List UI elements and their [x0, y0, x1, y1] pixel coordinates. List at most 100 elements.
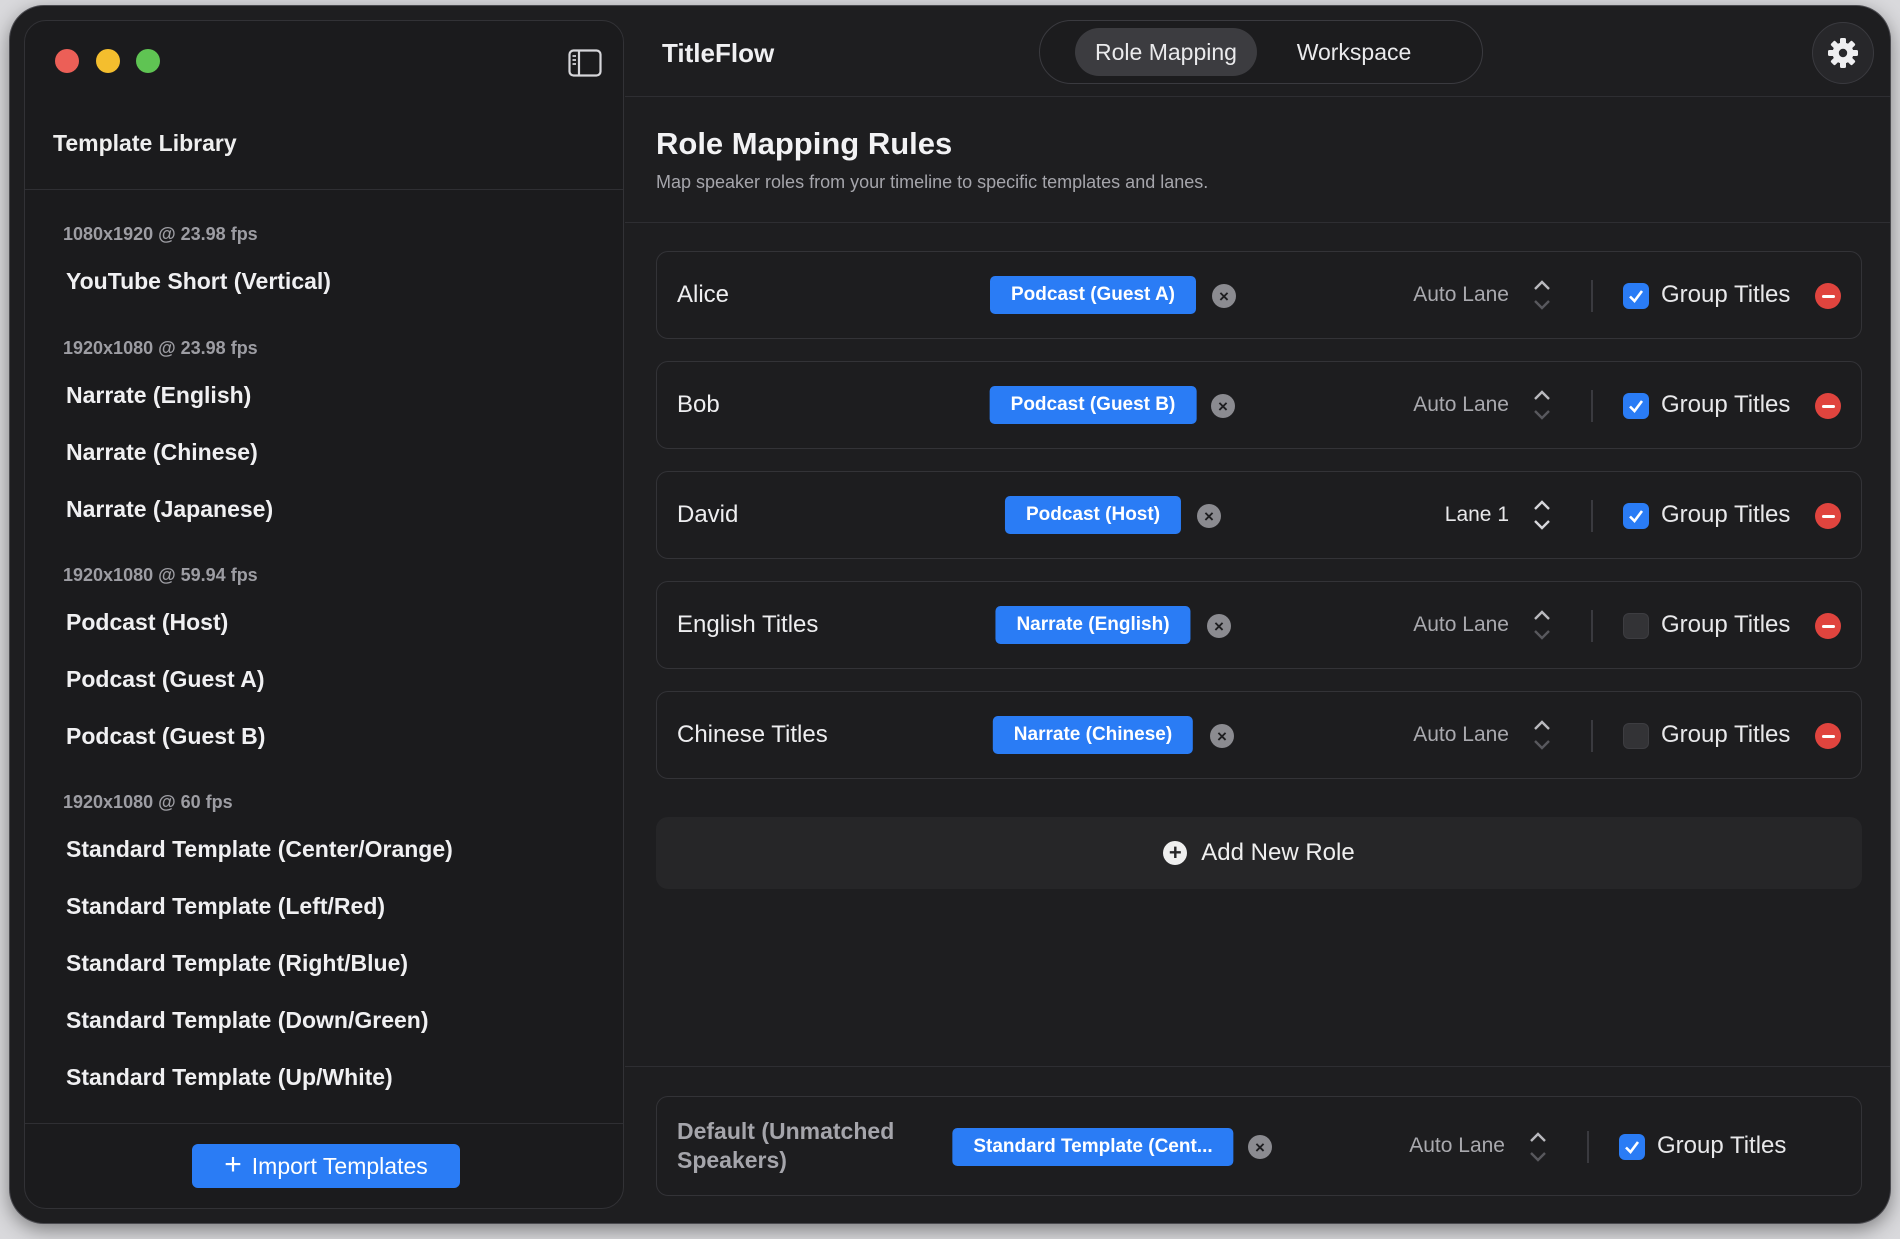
- header-divider: [625, 96, 1890, 97]
- close-window-button[interactable]: [55, 49, 79, 73]
- clear-icon: ×: [1218, 396, 1228, 416]
- role-rule-row: English Titles Narrate (English) × Auto …: [656, 581, 1862, 669]
- template-item-standard-right[interactable]: Standard Template (Right/Blue): [66, 950, 408, 977]
- template-pill[interactable]: Podcast (Guest B): [989, 386, 1197, 424]
- lane-label: Auto Lane: [1413, 613, 1509, 636]
- group-titles-checkbox[interactable]: [1623, 613, 1649, 639]
- group-titles-label: Group Titles: [1661, 501, 1791, 528]
- template-item-narrate-japanese[interactable]: Narrate (Japanese): [66, 496, 273, 523]
- template-pill[interactable]: Podcast (Host): [1004, 496, 1182, 534]
- role-rule-row: Chinese Titles Narrate (Chinese) × Auto …: [656, 691, 1862, 779]
- group-titles-checkbox[interactable]: [1623, 283, 1649, 309]
- template-pill[interactable]: Podcast (Guest A): [990, 276, 1196, 314]
- clear-template-button[interactable]: ×: [1211, 394, 1235, 418]
- lane-stepper[interactable]: [1529, 492, 1555, 538]
- group-titles-checkbox[interactable]: [1623, 393, 1649, 419]
- group-titles-label: Group Titles: [1661, 721, 1791, 748]
- lane-stepper[interactable]: [1529, 712, 1555, 758]
- settings-button[interactable]: [1812, 22, 1874, 84]
- sidebar-divider: [25, 189, 623, 190]
- minimize-window-button[interactable]: [96, 49, 120, 73]
- role-name: Alice: [677, 281, 730, 308]
- remove-role-button[interactable]: [1815, 283, 1841, 309]
- template-item-youtube-short[interactable]: YouTube Short (Vertical): [66, 268, 331, 295]
- sidebar-footer-divider: [25, 1123, 623, 1124]
- template-pill[interactable]: Narrate (Chinese): [992, 716, 1194, 754]
- sidebar: Template Library 1080x1920 @ 23.98 fps Y…: [24, 20, 624, 1209]
- group-titles-checkbox[interactable]: [1623, 723, 1649, 749]
- lane-stepper[interactable]: [1529, 272, 1555, 318]
- template-item-standard-center[interactable]: Standard Template (Center/Orange): [66, 836, 453, 863]
- row-divider: [1591, 720, 1593, 752]
- remove-role-button[interactable]: [1815, 613, 1841, 639]
- clear-icon: ×: [1214, 616, 1224, 636]
- row-divider: [1587, 1131, 1589, 1163]
- lane-label: Lane 1: [1444, 503, 1509, 526]
- role-name: David: [677, 501, 739, 528]
- remove-role-button[interactable]: [1815, 503, 1841, 529]
- clear-icon: ×: [1219, 286, 1229, 306]
- template-item-podcast-guest-a[interactable]: Podcast (Guest A): [66, 666, 265, 693]
- default-role-name-line: Default (Unmatched: [677, 1118, 895, 1144]
- role-rule-row: Alice Podcast (Guest A) × Auto Lane Grou…: [656, 251, 1862, 339]
- group-titles-checkbox[interactable]: [1623, 503, 1649, 529]
- template-item-standard-left[interactable]: Standard Template (Left/Red): [66, 893, 385, 920]
- page-title: Role Mapping Rules: [656, 126, 953, 161]
- import-templates-button[interactable]: + Import Templates: [192, 1144, 460, 1188]
- clear-template-button[interactable]: ×: [1212, 284, 1236, 308]
- import-templates-label: Import Templates: [251, 1152, 428, 1179]
- lane-label: Auto Lane: [1409, 1134, 1505, 1157]
- clear-template-button[interactable]: ×: [1207, 614, 1231, 638]
- lane-stepper[interactable]: [1529, 382, 1555, 428]
- app-window: Template Library 1080x1920 @ 23.98 fps Y…: [10, 6, 1890, 1223]
- row-divider: [1591, 280, 1593, 312]
- lane-stepper[interactable]: [1525, 1124, 1551, 1170]
- group-header: 1920x1080 @ 60 fps: [63, 792, 233, 812]
- zoom-window-button[interactable]: [136, 49, 160, 73]
- clear-template-button[interactable]: ×: [1210, 724, 1234, 748]
- lane-stepper[interactable]: [1529, 602, 1555, 648]
- row-divider: [1591, 610, 1593, 642]
- plus-icon: +: [224, 1147, 242, 1181]
- group-header: 1920x1080 @ 23.98 fps: [63, 338, 258, 358]
- lane-label: Auto Lane: [1413, 283, 1509, 306]
- template-item-standard-up[interactable]: Standard Template (Up/White): [66, 1064, 393, 1091]
- group-titles-checkbox[interactable]: [1619, 1134, 1645, 1160]
- template-pill[interactable]: Standard Template (Cent...: [952, 1128, 1234, 1166]
- page-subtitle: Map speaker roles from your timeline to …: [656, 172, 1209, 192]
- template-item-podcast-host[interactable]: Podcast (Host): [66, 609, 228, 636]
- clear-icon: ×: [1204, 506, 1214, 526]
- checkmark-icon: [1629, 400, 1644, 413]
- tab-workspace[interactable]: Workspace: [1260, 28, 1448, 76]
- template-item-narrate-english[interactable]: Narrate (English): [66, 382, 251, 409]
- sidebar-toggle-icon[interactable]: [568, 49, 602, 77]
- clear-icon: ×: [1217, 726, 1227, 746]
- remove-role-button[interactable]: [1815, 393, 1841, 419]
- template-pill[interactable]: Narrate (English): [995, 606, 1191, 644]
- view-switcher: Role Mapping Workspace: [1039, 20, 1483, 84]
- remove-role-button[interactable]: [1815, 723, 1841, 749]
- template-item-podcast-guest-b[interactable]: Podcast (Guest B): [66, 723, 265, 750]
- lane-label: Auto Lane: [1413, 393, 1509, 416]
- group-titles-label: Group Titles: [1661, 391, 1791, 418]
- checkmark-icon: [1629, 510, 1644, 523]
- role-name: English Titles: [677, 611, 819, 638]
- default-role-name: Default (Unmatched Speakers): [677, 1097, 894, 1195]
- clear-template-button[interactable]: ×: [1248, 1135, 1272, 1159]
- add-new-role-button[interactable]: + Add New Role: [656, 817, 1862, 889]
- tab-role-mapping[interactable]: Role Mapping: [1075, 28, 1257, 76]
- lane-label: Auto Lane: [1413, 723, 1509, 746]
- checkmark-icon: [1625, 1141, 1640, 1154]
- default-role-name-line: Speakers): [677, 1147, 787, 1173]
- role-name: Bob: [677, 391, 720, 418]
- template-item-standard-down[interactable]: Standard Template (Down/Green): [66, 1007, 429, 1034]
- group-titles-label: Group Titles: [1661, 611, 1791, 638]
- row-divider: [1591, 390, 1593, 422]
- add-new-role-label: Add New Role: [1201, 839, 1355, 866]
- template-item-narrate-chinese[interactable]: Narrate (Chinese): [66, 439, 258, 466]
- clear-template-button[interactable]: ×: [1197, 504, 1221, 528]
- clear-icon: ×: [1255, 1137, 1265, 1157]
- group-titles-label: Group Titles: [1657, 1132, 1787, 1159]
- default-section-divider: [625, 1066, 1890, 1067]
- app-title: TitleFlow: [662, 38, 775, 68]
